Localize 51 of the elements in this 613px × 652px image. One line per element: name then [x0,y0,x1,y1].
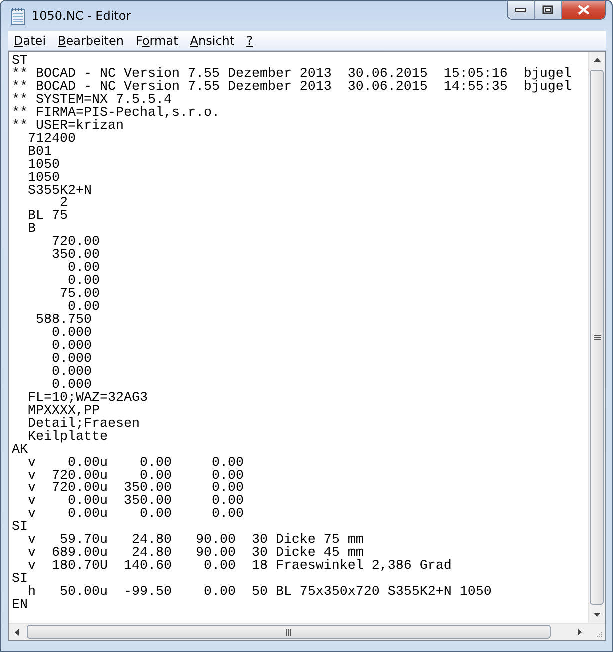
text-line: 0.00 [68,276,100,290]
maximize-button[interactable] [535,1,562,19]
text-line: 1050 [26,172,60,186]
text-line: h 50.00u -99.50 0.00 50 BL 75x350x720 S355K2+N 1050 [27,587,492,600]
text-line: 0.000 [50,340,92,354]
text-line: 0.000 [50,354,92,367]
text-line: v 720.00u 0.00 0.00 [26,470,244,484]
text-line: SI [12,574,28,588]
text-line: AK [12,444,28,458]
scroll-thumb[interactable] [590,70,604,605]
vertical-scrollbar[interactable] [588,52,605,623]
text-line: v 0.00u 0.00 0.00 [26,458,244,470]
text-line: SI [12,522,28,536]
minimize-button[interactable] [508,1,535,19]
notepad-icon [10,7,26,25]
text-line: 0.000 [52,380,92,393]
text-line: 588.750 [34,315,92,328]
menu-item[interactable]: Bearbeiten [52,31,130,50]
maximize-icon [542,4,554,14]
text-line: ** USER=krizan [12,120,124,134]
text-line: FL=10;WAZ=32AG3 [26,392,148,406]
scroll-thumb[interactable] [27,625,551,639]
text-line: B01 [26,146,52,160]
menu-item[interactable]: Datei [8,31,52,50]
text-line: 720.00 [50,237,100,250]
horizontal-scrollbar[interactable] [9,623,605,640]
menu-item[interactable]: Ansicht [184,31,241,50]
text-line: v 720.00u 350.00 0.00 [26,483,244,496]
text-line: B [26,224,36,238]
text-line: 350.00 [50,250,100,264]
text-line: 0.000 [50,328,92,341]
close-button[interactable] [562,1,605,19]
text-line: v 0.00u 350.00 0.00 [26,496,244,510]
menu-item[interactable]: ? [240,31,259,50]
minimize-icon [515,6,527,12]
text-line: v 180.70U 140.60 0.00 18 Fraeswinkel 2,386 Grad [27,561,452,574]
window-title: 1050.NC - Editor [32,9,132,23]
text-line: 2 [60,198,68,212]
text-line: Keilplatte [28,432,108,445]
text-line: BL 75 [26,211,68,224]
text-line: 0.00 [68,302,100,316]
text-line: v 0.00u 0.00 0.00 [27,509,244,522]
text-line: S355K2+N [26,186,92,198]
close-icon [576,4,590,14]
text-line: 1050 [26,160,60,173]
text-line: 712400 [26,134,76,147]
menu-item[interactable]: Format [130,31,184,50]
text-line: 75.00 [58,289,100,302]
text-line: 0.00 [66,263,100,276]
text-line: EN [12,600,28,613]
text-line: 0.000 [50,366,92,380]
